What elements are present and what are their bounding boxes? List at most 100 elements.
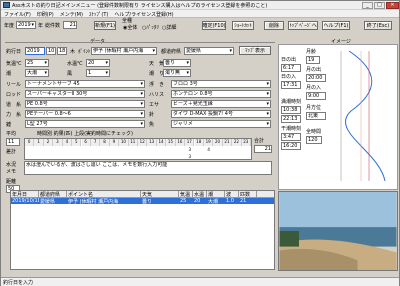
water-cond-select[interactable]: 濁り無 bbox=[163, 69, 191, 77]
col-temp[interactable]: 気温 bbox=[179, 191, 193, 197]
menu-help[interactable]: ヘルプ/ライセンス登録(H) bbox=[111, 10, 176, 18]
col-count[interactable]: 匹数 bbox=[239, 191, 257, 197]
harris-select[interactable]: ホンテロン 0.8号 bbox=[171, 90, 271, 98]
menu-bar: ファイル(F) 印刷(P) メンテ(M) ｽﾅｯﾌﾟ(T) ヘルプ/ライセンス登… bbox=[1, 10, 399, 18]
hour-cell[interactable]: 17 bbox=[185, 139, 195, 146]
high-tide-2: 22:13 bbox=[281, 115, 301, 123]
fish-select[interactable]: ジャリメ bbox=[171, 120, 271, 128]
hour-cell[interactable]: 4 bbox=[62, 139, 73, 146]
hour-catch-value[interactable]: 4 bbox=[204, 147, 213, 152]
low-tide-1: 3:47 bbox=[281, 133, 301, 141]
col-date[interactable]: 年月日 bbox=[11, 191, 39, 197]
col-tide[interactable]: 潮 bbox=[207, 191, 225, 197]
point-select[interactable]: 伊予 (休暇村 瀬戸内海 bbox=[91, 47, 157, 55]
col-pref[interactable]: 都道府県 bbox=[39, 191, 67, 197]
hour-cell[interactable]: 16 bbox=[175, 139, 186, 146]
reel-select[interactable]: トーナメントサーフ 45 bbox=[25, 80, 145, 88]
date-year-field[interactable]: 2019 bbox=[25, 47, 45, 55]
temp-select[interactable]: 25 bbox=[25, 59, 49, 67]
hour-cell[interactable]: 15 bbox=[166, 139, 176, 146]
hour-cell[interactable]: 0 bbox=[25, 139, 35, 146]
col-water[interactable]: 水温 bbox=[193, 191, 207, 197]
fish-label: 魚 bbox=[149, 122, 155, 128]
year-select[interactable]: 2019 bbox=[16, 21, 36, 29]
memo-field[interactable]: 水は澄んでいるが、波はさし違い ここは、メモを数行入力可能 bbox=[24, 161, 272, 175]
hour-value: 120 bbox=[306, 136, 322, 144]
hour-cell[interactable]: 23 bbox=[241, 139, 251, 146]
hour-cell[interactable]: 10 bbox=[119, 139, 129, 146]
line-select[interactable]: PE 0.8号 bbox=[25, 100, 145, 108]
help-button[interactable]: ヘルプ(F1) bbox=[322, 21, 350, 30]
hourly-catch-grid[interactable]: 0 1 2 3 4 5 6 7 8 9 10 11 12 13 14 15 16 17 18 19 20 21 22 23 3 4… bbox=[24, 138, 252, 160]
low-tide-2: 16:20 bbox=[281, 142, 301, 150]
top-page-button[interactable]: ﾄｯﾌﾟﾍﾟｰｼﾞへ bbox=[288, 21, 318, 30]
float-label: 浮 き bbox=[149, 82, 165, 88]
hour-catch-value[interactable]: 3 bbox=[185, 154, 194, 159]
hour-cell[interactable]: 19 bbox=[203, 139, 214, 146]
menu-print[interactable]: 印刷(P) bbox=[34, 10, 57, 18]
table-row[interactable]: 2019/10/18 愛媛県 伊予 (休暇村 瀬戸内海 曇り 25 20 大潮 … bbox=[11, 198, 274, 204]
hour-cell[interactable]: 13 bbox=[147, 139, 157, 146]
map-display-button[interactable]: ﾏｯﾌﾟ表示 bbox=[239, 46, 271, 55]
shock-select[interactable]: PEテーパー 0.8～6 bbox=[25, 110, 145, 118]
shortcut-button[interactable]: ｼｮｰﾄｶｯﾄ bbox=[232, 21, 254, 30]
hour-catch-value[interactable]: 3 bbox=[185, 147, 194, 152]
date-month-field[interactable]: 10 bbox=[46, 47, 56, 55]
high-tide-title: 満潮時刻 bbox=[281, 99, 302, 105]
memo-label: メモ bbox=[6, 169, 17, 175]
minimize-button[interactable]: _ bbox=[362, 1, 373, 9]
hour-cell[interactable]: 18 bbox=[194, 139, 204, 146]
delete-button[interactable]: 削除 bbox=[264, 21, 284, 30]
hour-cell[interactable]: 9 bbox=[109, 139, 120, 146]
hour-cell[interactable]: 20 bbox=[213, 139, 223, 146]
count-value: 21 bbox=[63, 21, 77, 29]
weather-select[interactable]: 曇り bbox=[163, 59, 191, 67]
maximize-button[interactable]: □ bbox=[374, 1, 385, 9]
cell-date: 2019/10/18 bbox=[12, 198, 39, 204]
new-button[interactable]: 新規(F1) bbox=[94, 21, 116, 30]
exit-button[interactable]: 終了(Esc) bbox=[364, 21, 392, 30]
col-point[interactable]: ポイント名 bbox=[67, 191, 141, 197]
app-icon bbox=[3, 2, 10, 8]
hour-cell[interactable]: 1 bbox=[34, 139, 44, 146]
wind-select[interactable]: 1 bbox=[86, 69, 110, 77]
bait-select[interactable]: ビーズ＋発光玉縁 bbox=[171, 100, 271, 108]
radio-all[interactable]: ◉全体 bbox=[123, 25, 137, 31]
date-day-field[interactable]: 18 bbox=[57, 47, 67, 55]
confirm-button[interactable]: 確定(F10) bbox=[202, 21, 226, 30]
tide-select[interactable]: 大潮 bbox=[25, 69, 49, 77]
bait-label: エサ bbox=[149, 102, 160, 108]
hook-select[interactable]: ダイワ D-MAX 投鋼7! 4号 bbox=[171, 110, 271, 118]
rod-select[interactable]: スーパーキャスターⅡ 30号 bbox=[25, 90, 145, 98]
menu-file[interactable]: ファイル(F) bbox=[1, 10, 34, 18]
hour-cell[interactable]: 7 bbox=[90, 139, 101, 146]
hour-cell[interactable]: 22 bbox=[232, 139, 242, 146]
hour-cell[interactable]: 11 bbox=[128, 139, 138, 146]
sinker-select[interactable]: L型 27号 bbox=[25, 120, 145, 128]
radio-detail[interactable]: ○詳細 bbox=[162, 25, 176, 31]
hour-cell[interactable]: 21 bbox=[222, 139, 233, 146]
close-button[interactable]: ✕ bbox=[386, 1, 399, 9]
hour-cell[interactable]: 6 bbox=[81, 139, 91, 146]
cell-temp: 25 bbox=[180, 198, 187, 204]
pref-select[interactable]: 愛媛県 bbox=[184, 47, 234, 55]
water-temp-select[interactable]: 20 bbox=[86, 59, 110, 67]
hour-cell[interactable]: 12 bbox=[138, 139, 148, 146]
hour-cell[interactable]: 14 bbox=[156, 139, 167, 146]
sunset-value: 17:31 bbox=[281, 81, 301, 89]
hour-cell[interactable]: 2 bbox=[43, 139, 54, 146]
cell-tide: 大潮 bbox=[208, 199, 219, 204]
moon-age-title: 月齢 bbox=[306, 49, 317, 55]
moon-direction-value: 北東 bbox=[306, 112, 326, 120]
float-select[interactable]: フロロ 3号 bbox=[171, 80, 271, 88]
menu-maintenance[interactable]: メンテ(M) bbox=[57, 10, 86, 18]
col-weather[interactable]: 天気 bbox=[141, 191, 179, 197]
pref-label: 都道府県 bbox=[161, 49, 182, 55]
water-cond-label: 潮 り bbox=[149, 71, 165, 77]
hour-cell[interactable]: 8 bbox=[100, 139, 110, 146]
menu-snap[interactable]: ｽﾅｯﾌﾟ(T) bbox=[86, 10, 111, 18]
hour-cell[interactable]: 5 bbox=[72, 139, 82, 146]
radio-month[interactable]: ○ﾊﾟｯﾀﾘ bbox=[142, 25, 159, 31]
hour-cell[interactable]: 3 bbox=[53, 139, 63, 146]
col-wave[interactable]: 波 bbox=[225, 191, 239, 197]
